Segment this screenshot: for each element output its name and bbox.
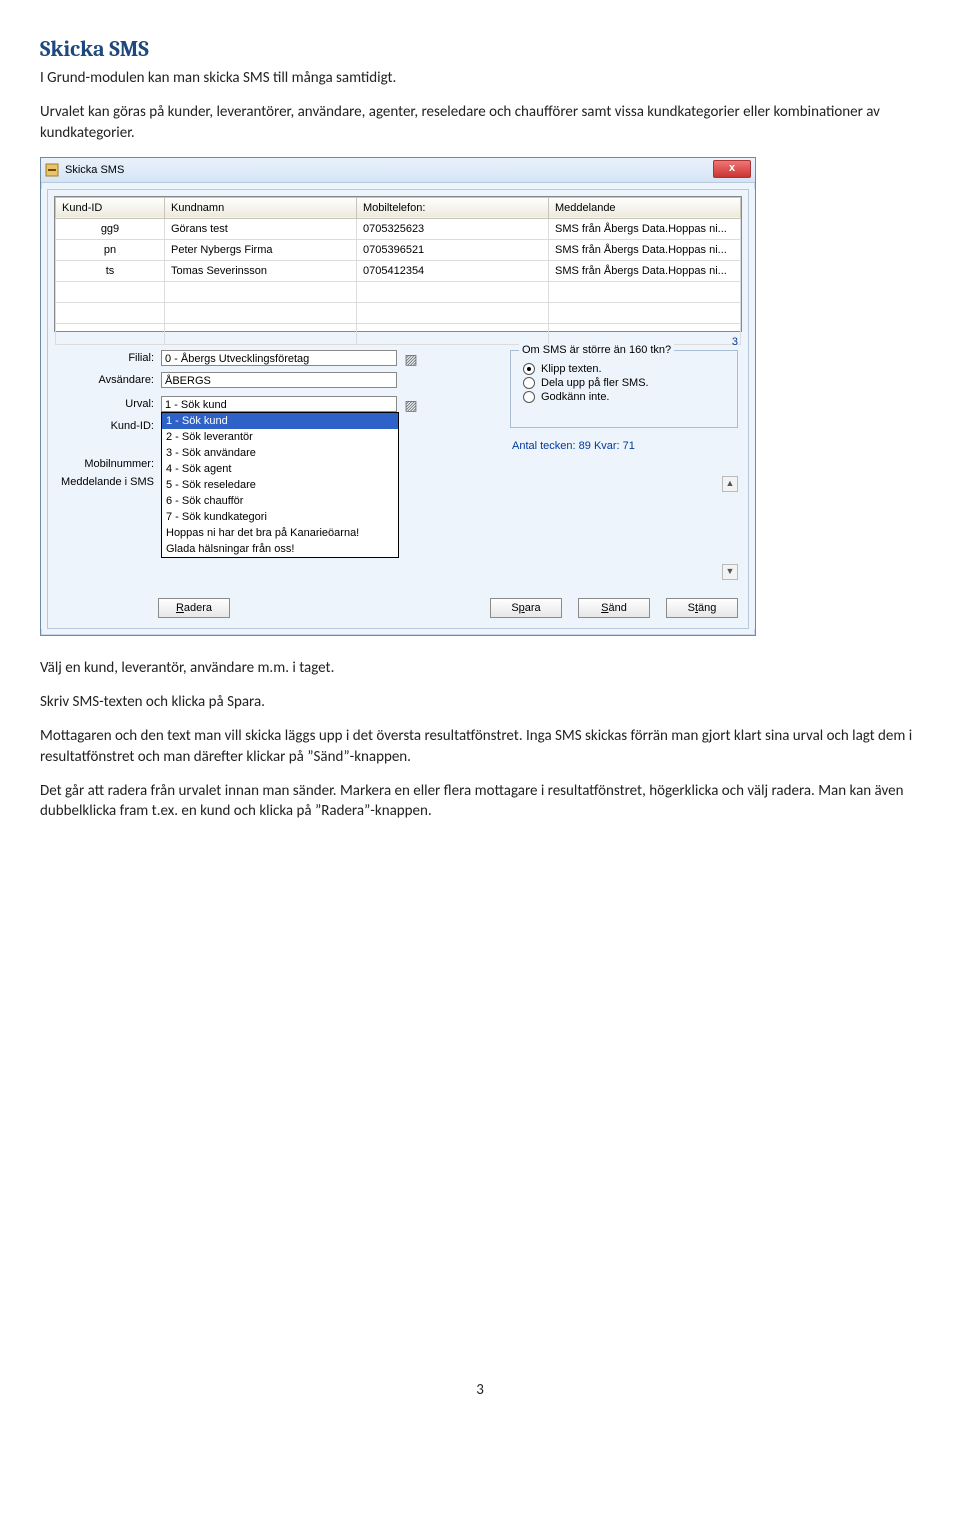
doc-p4: Skriv SMS-texten och klicka på Spara. — [40, 692, 920, 712]
radio-godkann[interactable]: Godkänn inte. — [523, 391, 737, 403]
doc-title: Skicka SMS — [40, 36, 920, 62]
radio-label: Dela upp på fler SMS. — [541, 377, 649, 389]
urval-field[interactable]: 1 - Sök kund — [161, 396, 397, 412]
urval-option[interactable]: 4 - Sök agent — [162, 461, 398, 477]
sand-button[interactable]: Sänd — [578, 598, 650, 618]
char-count: Antal tecken: 89 Kvar: 71 — [512, 440, 738, 452]
table-row[interactable]: gg9 Görans test 0705325623 SMS från Åber… — [56, 218, 741, 239]
avsandare-label: Avsändare: — [54, 374, 154, 386]
cell[interactable]: SMS från Åbergs Data.Hoppas ni... — [549, 260, 741, 281]
app-icon — [45, 163, 59, 177]
mobil-label: Mobilnummer: — [54, 458, 154, 470]
doc-p5: Mottagaren och den text man vill skicka … — [40, 726, 920, 767]
scroll-up-icon[interactable]: ▲ — [722, 476, 738, 492]
window-title: Skicka SMS — [65, 164, 124, 176]
meddelande-label: Meddelande i SMS — [54, 476, 154, 488]
close-button[interactable]: x — [713, 160, 751, 178]
kundid-label: Kund-ID: — [54, 420, 154, 432]
col-kundnamn[interactable]: Kundnamn — [165, 197, 357, 218]
urval-dropdown-list[interactable]: 1 - Sök kund 2 - Sök leverantör 3 - Sök … — [161, 412, 399, 558]
urval-option[interactable]: 6 - Sök chaufför — [162, 493, 398, 509]
avsandare-field[interactable]: ÅBERGS — [161, 372, 397, 388]
cell[interactable]: ts — [56, 260, 165, 281]
stang-button[interactable]: Stäng — [666, 598, 738, 618]
urval-option[interactable]: 2 - Sök leverantör — [162, 429, 398, 445]
col-meddelande[interactable]: Meddelande — [549, 197, 741, 218]
cell[interactable]: 0705396521 — [357, 239, 549, 260]
table-row[interactable]: pn Peter Nybergs Firma 0705396521 SMS fr… — [56, 239, 741, 260]
scroll-down-icon[interactable]: ▼ — [722, 564, 738, 580]
page-number: 3 — [40, 1381, 920, 1399]
cell[interactable]: SMS från Åbergs Data.Hoppas ni... — [549, 239, 741, 260]
message-line: Glada hälsningar från oss! — [162, 541, 398, 557]
doc-p1: I Grund-modulen kan man skicka SMS till … — [40, 68, 920, 88]
urval-dropdown-icon[interactable]: ▨ — [402, 396, 420, 414]
cell[interactable]: Görans test — [165, 218, 357, 239]
radio-icon — [523, 363, 535, 375]
doc-p6: Det går att radera från urvalet innan ma… — [40, 781, 920, 822]
cell[interactable]: gg9 — [56, 218, 165, 239]
cell[interactable]: pn — [56, 239, 165, 260]
radio-label: Godkänn inte. — [541, 391, 610, 403]
result-table[interactable]: Kund-ID Kundnamn Mobiltelefon: Meddeland… — [54, 196, 742, 332]
urval-label: Urval: — [54, 398, 154, 410]
radio-dela[interactable]: Dela upp på fler SMS. — [523, 377, 737, 389]
cell[interactable]: Peter Nybergs Firma — [165, 239, 357, 260]
message-line: Hoppas ni har det bra på Kanarieöarna! — [162, 525, 398, 541]
urval-option[interactable]: 3 - Sök användare — [162, 445, 398, 461]
row-count: 3 — [732, 336, 738, 348]
table-row[interactable]: ts Tomas Severinsson 0705412354 SMS från… — [56, 260, 741, 281]
radio-label: Klipp texten. — [541, 363, 602, 375]
cell[interactable]: 0705412354 — [357, 260, 549, 281]
filial-label: Filial: — [54, 352, 154, 364]
filial-dropdown-icon[interactable]: ▨ — [402, 350, 420, 368]
col-mobil[interactable]: Mobiltelefon: — [357, 197, 549, 218]
sms-size-group: Om SMS är större än 160 tkn? Klipp texte… — [510, 350, 738, 428]
titlebar: Skicka SMS x — [41, 158, 755, 183]
filial-field[interactable]: 0 - Åbergs Utvecklingsföretag — [161, 350, 397, 366]
cell[interactable]: 0705325623 — [357, 218, 549, 239]
doc-p3: Välj en kund, leverantör, användare m.m.… — [40, 658, 920, 678]
cell[interactable]: SMS från Åbergs Data.Hoppas ni... — [549, 218, 741, 239]
radio-icon — [523, 377, 535, 389]
cell[interactable]: Tomas Severinsson — [165, 260, 357, 281]
radio-klipp[interactable]: Klipp texten. — [523, 363, 737, 375]
urval-option[interactable]: 5 - Sök reseledare — [162, 477, 398, 493]
col-kund-id[interactable]: Kund-ID — [56, 197, 165, 218]
doc-p2: Urvalet kan göras på kunder, leverantöre… — [40, 102, 920, 143]
spara-button[interactable]: Spara — [490, 598, 562, 618]
urval-option[interactable]: 7 - Sök kundkategori — [162, 509, 398, 525]
urval-option[interactable]: 1 - Sök kund — [162, 413, 398, 429]
app-window: Skicka SMS x Kund-ID Kundnamn Mobiltelef… — [40, 157, 756, 636]
radera-button[interactable]: Radera — [158, 598, 230, 618]
group-legend: Om SMS är större än 160 tkn? — [519, 344, 674, 356]
radio-icon — [523, 391, 535, 403]
